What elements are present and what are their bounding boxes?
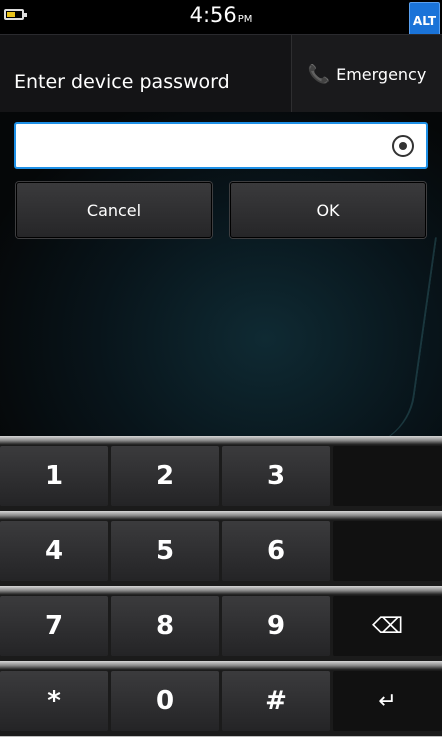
header: Enter device password 📞 Emergency [0, 34, 442, 113]
key-2[interactable]: 2 [111, 446, 219, 506]
key-0[interactable]: 0 [111, 671, 219, 731]
key-blank-2 [333, 521, 442, 581]
key-star[interactable]: * [0, 671, 108, 731]
status-bar: 4:56PM ALT [0, 0, 442, 40]
key-blank-1 [333, 446, 442, 506]
cancel-button[interactable]: Cancel [16, 182, 212, 238]
key-3[interactable]: 3 [222, 446, 330, 506]
clock-time: 4:56 [189, 3, 237, 27]
emergency-button[interactable]: 📞 Emergency [291, 35, 442, 113]
phone-icon: 📞 [307, 63, 331, 85]
key-6[interactable]: 6 [222, 521, 330, 581]
emergency-label: Emergency [336, 64, 427, 84]
backspace-icon[interactable]: ⌫ [333, 596, 442, 656]
key-5[interactable]: 5 [111, 521, 219, 581]
eye-icon[interactable] [392, 135, 414, 157]
keypad-row: 4 5 6 [0, 511, 442, 586]
ok-button[interactable]: OK [230, 182, 426, 238]
password-input[interactable] [14, 122, 428, 169]
keypad-row: 1 2 3 [0, 436, 442, 511]
clock-ampm: PM [237, 14, 253, 25]
main-area: Cancel OK [0, 112, 442, 436]
key-4[interactable]: 4 [0, 521, 108, 581]
key-1[interactable]: 1 [0, 446, 108, 506]
key-hash[interactable]: # [222, 671, 330, 731]
keypad-row: 7 8 9 ⌫ [0, 586, 442, 661]
page-title: Enter device password [14, 71, 230, 93]
clock: 4:56PM [0, 3, 442, 27]
enter-icon[interactable]: ↵ [333, 671, 442, 731]
key-7[interactable]: 7 [0, 596, 108, 656]
keypad-row: * 0 # ↵ [0, 661, 442, 736]
key-9[interactable]: 9 [222, 596, 330, 656]
background-streak [344, 228, 438, 436]
keypad: 1 2 3 4 5 6 7 8 9 ⌫ * 0 # ↵ [0, 436, 442, 737]
key-8[interactable]: 8 [111, 596, 219, 656]
